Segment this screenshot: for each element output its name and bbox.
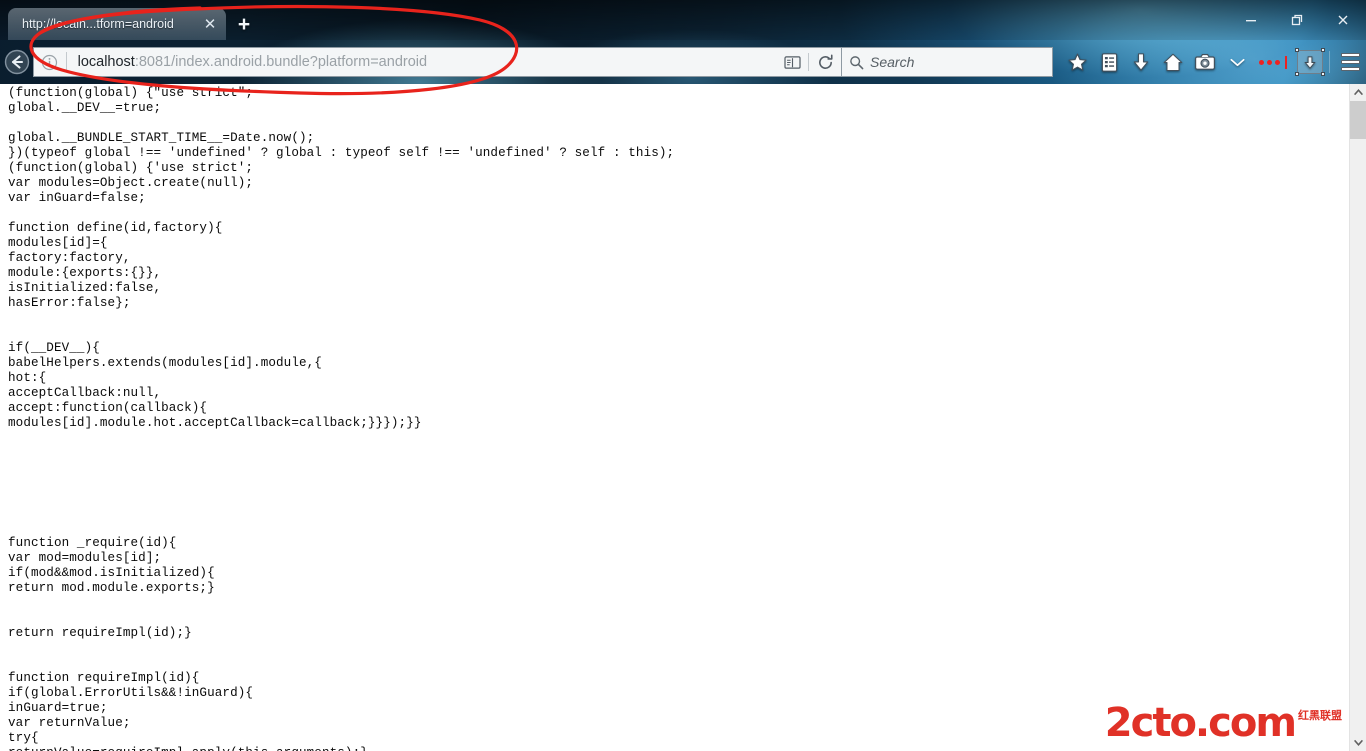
address-bar[interactable]: localhost:8081/index.android.bundle?plat… bbox=[32, 47, 841, 77]
reader-mode-icon[interactable] bbox=[776, 48, 808, 76]
vertical-scrollbar[interactable] bbox=[1349, 84, 1366, 751]
page-content: (function(global) {"use strict"; global.… bbox=[0, 84, 1366, 751]
info-icon[interactable] bbox=[34, 48, 66, 76]
handle bbox=[1321, 48, 1325, 52]
url-host: localhost bbox=[77, 54, 135, 70]
home-icon[interactable] bbox=[1157, 44, 1189, 80]
toolbar-icons bbox=[1061, 44, 1366, 80]
red-dot bbox=[1267, 59, 1272, 65]
browser-window: http://localh...tform=android ✕ + localh… bbox=[0, 0, 1366, 751]
address-bar-actions bbox=[776, 48, 841, 76]
restore-button[interactable] bbox=[1274, 0, 1320, 40]
close-button[interactable] bbox=[1320, 0, 1366, 40]
screenshot-camera-icon[interactable] bbox=[1189, 44, 1221, 80]
toolbar-divider bbox=[1329, 51, 1330, 73]
red-caret bbox=[1285, 55, 1287, 69]
navigation-toolbar: localhost:8081/index.android.bundle?plat… bbox=[0, 40, 1366, 84]
search-box[interactable] bbox=[841, 47, 1053, 77]
watermark-sub-text: 红黑联盟 bbox=[1298, 709, 1342, 722]
back-button[interactable] bbox=[2, 40, 33, 84]
handle bbox=[1295, 72, 1299, 76]
bundle-source-code: (function(global) {"use strict"; global.… bbox=[8, 86, 675, 751]
search-input[interactable] bbox=[870, 54, 1052, 70]
notification-dots-indicator bbox=[1253, 55, 1293, 69]
scroll-up-arrow-icon[interactable] bbox=[1350, 84, 1366, 101]
tab-title: http://localh...tform=android bbox=[22, 17, 174, 31]
scroll-down-arrow-icon[interactable] bbox=[1350, 734, 1366, 751]
watermark-main-text: 2cto.com bbox=[1104, 700, 1297, 746]
hamburger-bars bbox=[1340, 53, 1360, 71]
bar bbox=[1340, 60, 1360, 64]
download-manager-icon[interactable] bbox=[1293, 44, 1325, 80]
library-list-icon[interactable] bbox=[1093, 44, 1125, 80]
tab-close-icon[interactable]: ✕ bbox=[197, 11, 223, 37]
download-arrow-icon[interactable] bbox=[1125, 44, 1157, 80]
search-icon bbox=[842, 55, 870, 70]
handle bbox=[1321, 72, 1325, 76]
chevron-down-icon[interactable] bbox=[1221, 44, 1253, 80]
reload-icon[interactable] bbox=[809, 48, 841, 76]
handle bbox=[1295, 48, 1299, 52]
window-controls bbox=[1228, 0, 1366, 40]
browser-tab[interactable]: http://localh...tform=android ✕ bbox=[8, 8, 226, 40]
scrollbar-thumb[interactable] bbox=[1350, 101, 1366, 139]
tab-strip: http://localh...tform=android ✕ + bbox=[0, 0, 1366, 40]
red-dot bbox=[1259, 59, 1264, 65]
url-path: :8081/index.android.bundle?platform=andr… bbox=[134, 54, 428, 70]
browser-chrome: http://localh...tform=android ✕ + localh… bbox=[0, 0, 1366, 84]
hamburger-menu-icon[interactable] bbox=[1334, 44, 1366, 80]
new-tab-button[interactable]: + bbox=[232, 12, 256, 36]
red-dot bbox=[1275, 59, 1280, 65]
bar bbox=[1340, 67, 1360, 71]
address-bar-text: localhost:8081/index.android.bundle?plat… bbox=[67, 54, 427, 70]
minimize-button[interactable] bbox=[1228, 0, 1274, 40]
bar bbox=[1340, 53, 1360, 57]
bookmark-star-icon[interactable] bbox=[1061, 44, 1093, 80]
download-manager-box[interactable] bbox=[1295, 48, 1325, 76]
site-watermark: 2cto.com 红黑联盟 bbox=[1105, 703, 1342, 743]
